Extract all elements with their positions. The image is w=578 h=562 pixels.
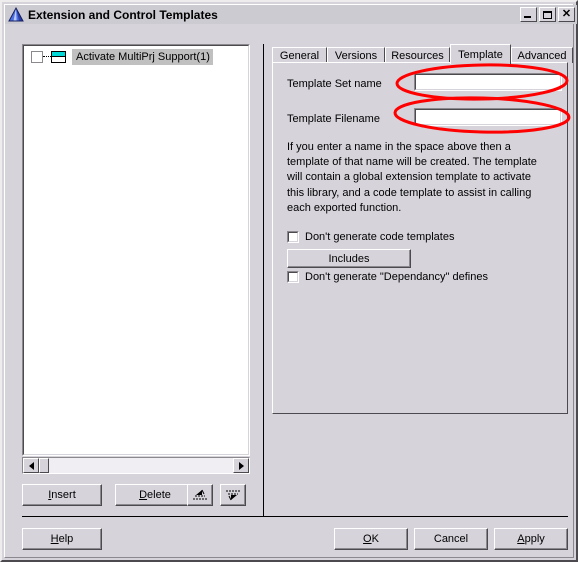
checkbox-row-code-templates[interactable]: Don't generate code templates <box>287 231 454 243</box>
template-set-name-input[interactable] <box>415 74 561 90</box>
window-title: Extension and Control Templates <box>28 7 218 22</box>
dont-generate-dependancy-checkbox[interactable] <box>287 271 299 283</box>
move-up-button[interactable] <box>187 484 213 506</box>
move-up-icon <box>193 489 207 500</box>
maximize-icon <box>543 11 552 19</box>
horizontal-separator <box>22 516 568 517</box>
tab-resources-label: Resources <box>391 49 444 62</box>
help-button[interactable]: Help <box>22 528 102 550</box>
ok-button[interactable]: OK <box>334 528 408 550</box>
window-node-icon <box>51 50 66 63</box>
dialog-window: Extension and Control Templates ✕ Activa… <box>0 0 578 562</box>
template-filename-input[interactable] <box>415 109 561 125</box>
delete-button[interactable]: Delete <box>115 484 195 506</box>
vertical-separator <box>263 44 264 516</box>
delete-button-label: Delete <box>139 489 171 501</box>
tab-template-label: Template <box>458 48 503 61</box>
template-set-name-label: Template Set name <box>287 78 382 90</box>
dont-generate-code-templates-checkbox[interactable] <box>287 231 299 243</box>
scroll-right-button[interactable] <box>233 458 249 473</box>
tab-versions[interactable]: Versions <box>327 47 385 63</box>
move-down-icon <box>226 490 240 501</box>
close-button[interactable]: ✕ <box>558 7 575 22</box>
tree-connector-icon <box>43 55 51 58</box>
minimize-button[interactable] <box>520 7 537 22</box>
cancel-button-label: Cancel <box>433 533 469 545</box>
template-filename-field[interactable] <box>414 108 562 126</box>
tab-versions-label: Versions <box>334 49 378 62</box>
tab-general-label: General <box>279 49 320 62</box>
tab-template[interactable]: Template <box>450 44 511 64</box>
pyramid-icon <box>8 6 24 22</box>
ok-button-label: OK <box>363 533 379 545</box>
tab-advanced-label: Advanced <box>517 49 567 62</box>
insert-button-label: Insert <box>48 489 76 501</box>
help-button-label: Help <box>50 533 74 545</box>
arrow-right-icon <box>238 461 244 470</box>
tree-item-label: Activate MultiPrj Support(1) <box>72 48 213 65</box>
tab-general[interactable]: General <box>272 47 327 63</box>
dont-generate-code-templates-label: Don't generate code templates <box>305 231 455 243</box>
screenshot-root: Extension and Control Templates ✕ Activa… <box>0 0 578 562</box>
window-controls: ✕ <box>520 7 575 22</box>
tree-item-activate-multiprj[interactable]: Activate MultiPrj Support(1) <box>26 48 213 65</box>
close-icon: ✕ <box>561 8 572 20</box>
tree-list-inner: Activate MultiPrj Support(1) <box>23 45 249 455</box>
checkbox-row-dependancy[interactable]: Don't generate "Dependancy" defines <box>287 271 488 283</box>
template-tree-list[interactable]: Activate MultiPrj Support(1) <box>22 44 250 456</box>
insert-button[interactable]: Insert <box>22 484 102 506</box>
apply-button-label: Apply <box>517 533 545 545</box>
tab-advanced[interactable]: Advanced <box>511 47 573 63</box>
dont-generate-dependancy-label: Don't generate "Dependancy" defines <box>305 271 488 283</box>
tree-item-checkbox[interactable] <box>31 50 43 63</box>
cancel-button[interactable]: Cancel <box>414 528 488 550</box>
minimize-icon <box>524 16 531 18</box>
arrow-left-icon <box>28 461 34 470</box>
apply-button[interactable]: Apply <box>494 528 568 550</box>
includes-button[interactable]: Includes <box>287 249 411 268</box>
tab-strip: General Versions Resources Template Adva… <box>272 44 573 64</box>
template-description-text: If you enter a name in the space above t… <box>287 141 537 214</box>
move-down-button[interactable] <box>220 484 246 506</box>
scrollbar-thumb[interactable] <box>39 458 49 473</box>
tree-horizontal-scrollbar[interactable] <box>22 457 250 474</box>
scrollbar-track[interactable] <box>39 458 233 473</box>
includes-button-label: Includes <box>328 252 370 265</box>
maximize-button[interactable] <box>539 7 556 22</box>
template-filename-label: Template Filename <box>287 113 380 125</box>
scroll-left-button[interactable] <box>23 458 39 473</box>
template-set-name-field[interactable] <box>414 73 562 91</box>
tab-resources[interactable]: Resources <box>385 47 450 63</box>
title-bar: Extension and Control Templates ✕ <box>5 5 577 24</box>
